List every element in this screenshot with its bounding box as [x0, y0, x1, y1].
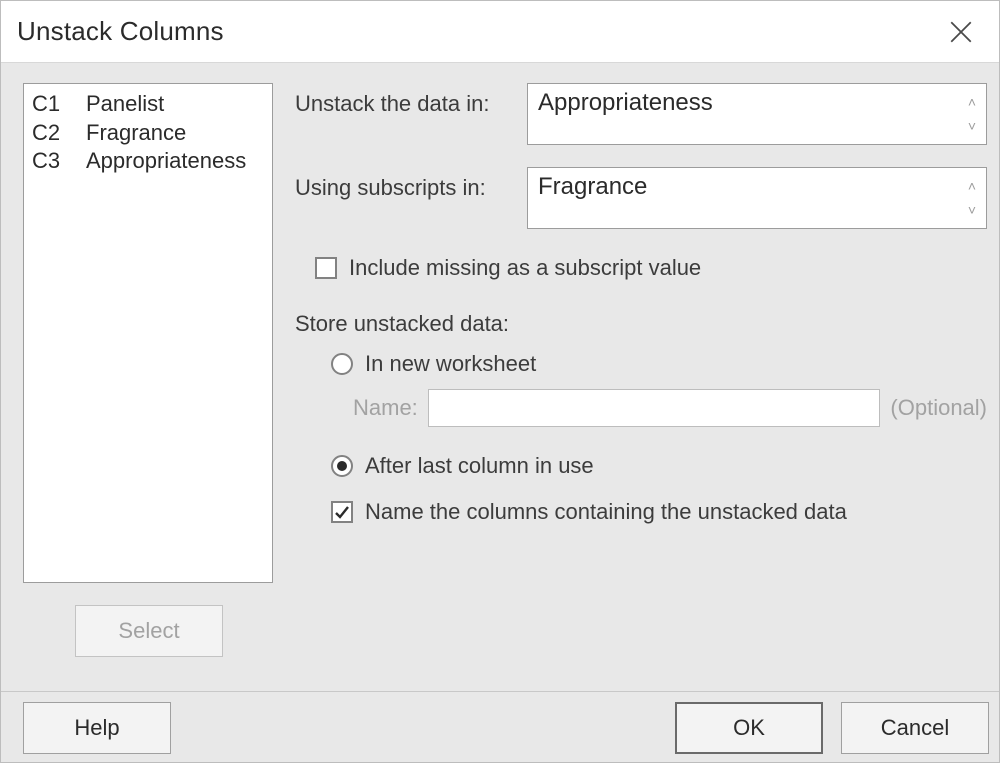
- store-after-last-label: After last column in use: [365, 453, 594, 479]
- column-list[interactable]: C1 Panelist C2 Fragrance C3 Appropriaten…: [23, 83, 273, 583]
- subscripts-row: Using subscripts in: Fragrance ˄ ˅: [295, 167, 987, 229]
- ok-button[interactable]: OK: [675, 702, 823, 754]
- subscripts-input[interactable]: Fragrance ˄ ˅: [527, 167, 987, 229]
- close-icon: [948, 19, 974, 45]
- select-button: Select: [75, 605, 223, 657]
- column-list-item[interactable]: C1 Panelist: [32, 90, 264, 119]
- name-columns-label: Name the columns containing the unstacke…: [365, 499, 847, 525]
- name-label: Name:: [353, 395, 418, 421]
- subscripts-value: Fragrance: [538, 173, 647, 200]
- store-after-last-row[interactable]: After last column in use: [331, 453, 987, 479]
- titlebar: Unstack Columns: [1, 1, 999, 63]
- name-columns-row[interactable]: Name the columns containing the unstacke…: [331, 499, 987, 525]
- unstack-input[interactable]: Appropriateness ˄ ˅: [527, 83, 987, 145]
- right-panel: Unstack the data in: Appropriateness ˄ ˅…: [295, 83, 987, 657]
- store-new-worksheet-row[interactable]: In new worksheet: [331, 351, 987, 377]
- column-name: Fragrance: [86, 119, 186, 148]
- unstack-columns-dialog: Unstack Columns C1 Panelist C2 Fragrance: [0, 0, 1000, 763]
- store-label: Store unstacked data:: [295, 311, 987, 337]
- bottom-bar: Help OK Cancel: [1, 691, 999, 762]
- chevron-up-icon[interactable]: ˄: [968, 95, 976, 109]
- subscripts-label: Using subscripts in:: [295, 167, 517, 201]
- dialog-body: C1 Panelist C2 Fragrance C3 Appropriaten…: [1, 63, 999, 657]
- chevron-up-icon[interactable]: ˄: [968, 179, 976, 193]
- store-new-worksheet-radio[interactable]: [331, 353, 353, 375]
- help-button[interactable]: Help: [23, 702, 171, 754]
- store-after-last-radio[interactable]: [331, 455, 353, 477]
- column-list-item[interactable]: C2 Fragrance: [32, 119, 264, 148]
- column-name: Panelist: [86, 90, 164, 119]
- column-id: C2: [32, 119, 68, 148]
- close-button[interactable]: [933, 4, 989, 60]
- name-columns-checkbox[interactable]: [331, 501, 353, 523]
- include-missing-label: Include missing as a subscript value: [349, 255, 701, 281]
- new-worksheet-name-row: Name: (Optional): [353, 389, 987, 427]
- column-id: C1: [32, 90, 68, 119]
- column-name: Appropriateness: [86, 147, 246, 176]
- unstack-value: Appropriateness: [538, 89, 713, 116]
- optional-label: (Optional): [890, 395, 987, 421]
- chevron-down-icon[interactable]: ˅: [968, 203, 976, 217]
- left-panel: C1 Panelist C2 Fragrance C3 Appropriaten…: [23, 83, 273, 657]
- chevron-down-icon[interactable]: ˅: [968, 119, 976, 133]
- unstack-row: Unstack the data in: Appropriateness ˄ ˅: [295, 83, 987, 145]
- dialog-title: Unstack Columns: [17, 16, 224, 47]
- spinner-icon[interactable]: ˄ ˅: [962, 88, 982, 140]
- store-new-worksheet-label: In new worksheet: [365, 351, 536, 377]
- column-list-item[interactable]: C3 Appropriateness: [32, 147, 264, 176]
- include-missing-checkbox[interactable]: [315, 257, 337, 279]
- new-worksheet-name-input[interactable]: [428, 389, 881, 427]
- column-id: C3: [32, 147, 68, 176]
- cancel-button[interactable]: Cancel: [841, 702, 989, 754]
- unstack-label: Unstack the data in:: [295, 83, 517, 117]
- include-missing-row[interactable]: Include missing as a subscript value: [315, 255, 987, 281]
- spinner-icon[interactable]: ˄ ˅: [962, 172, 982, 224]
